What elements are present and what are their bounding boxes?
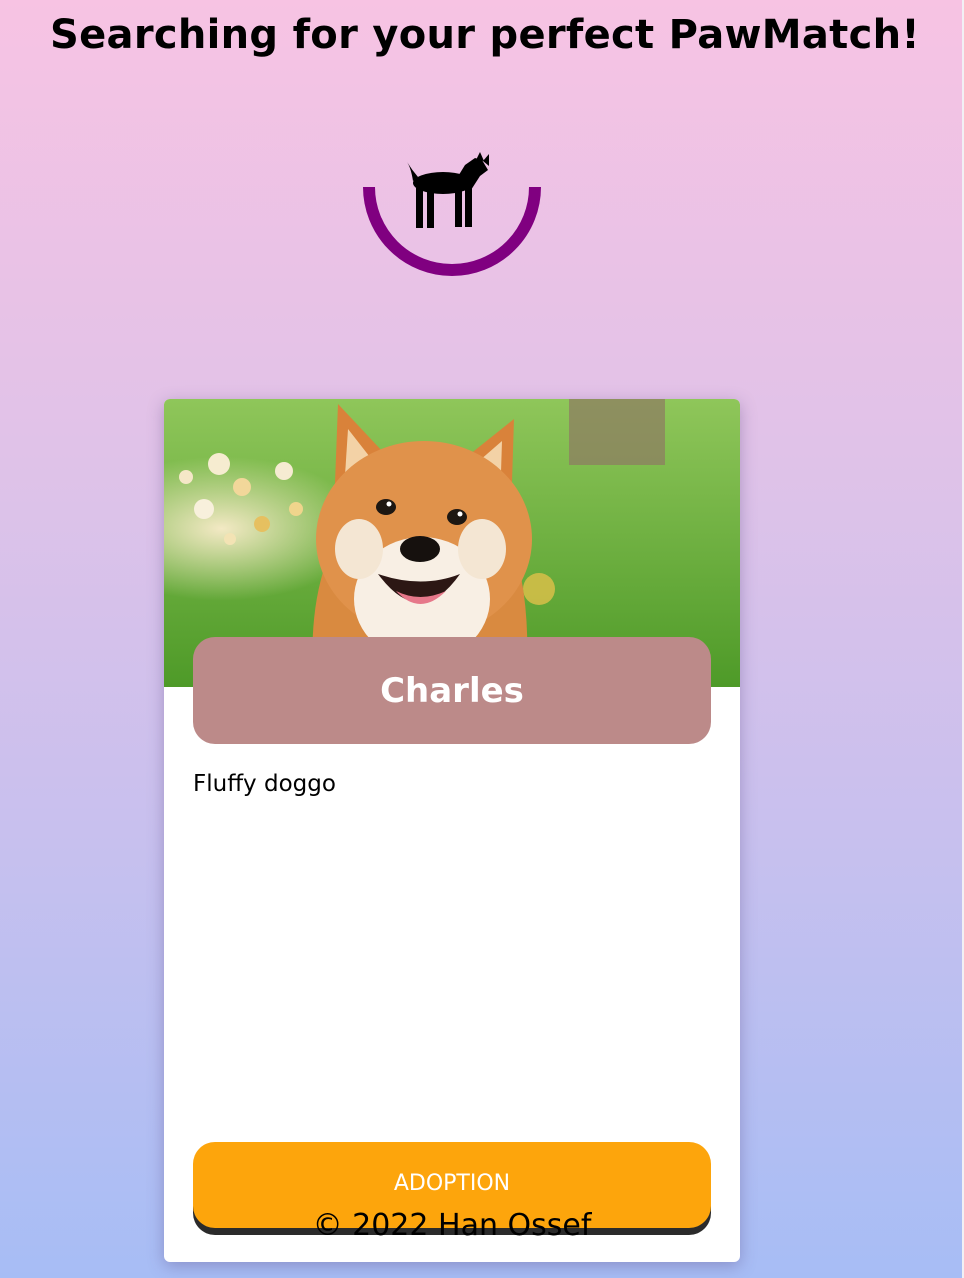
page-title: Searching for your perfect PawMatch!	[50, 12, 920, 58]
pet-card: Charles Fluffy doggo ADOPTION	[164, 399, 740, 1262]
dog-icon	[407, 152, 489, 228]
loading-spinner	[355, 120, 549, 290]
footer-copyright: © 2022 Han Ossef	[312, 1208, 592, 1243]
spinner-ring	[363, 186, 541, 276]
pet-name: Charles	[193, 637, 711, 744]
pet-description: Fluffy doggo	[193, 771, 336, 797]
